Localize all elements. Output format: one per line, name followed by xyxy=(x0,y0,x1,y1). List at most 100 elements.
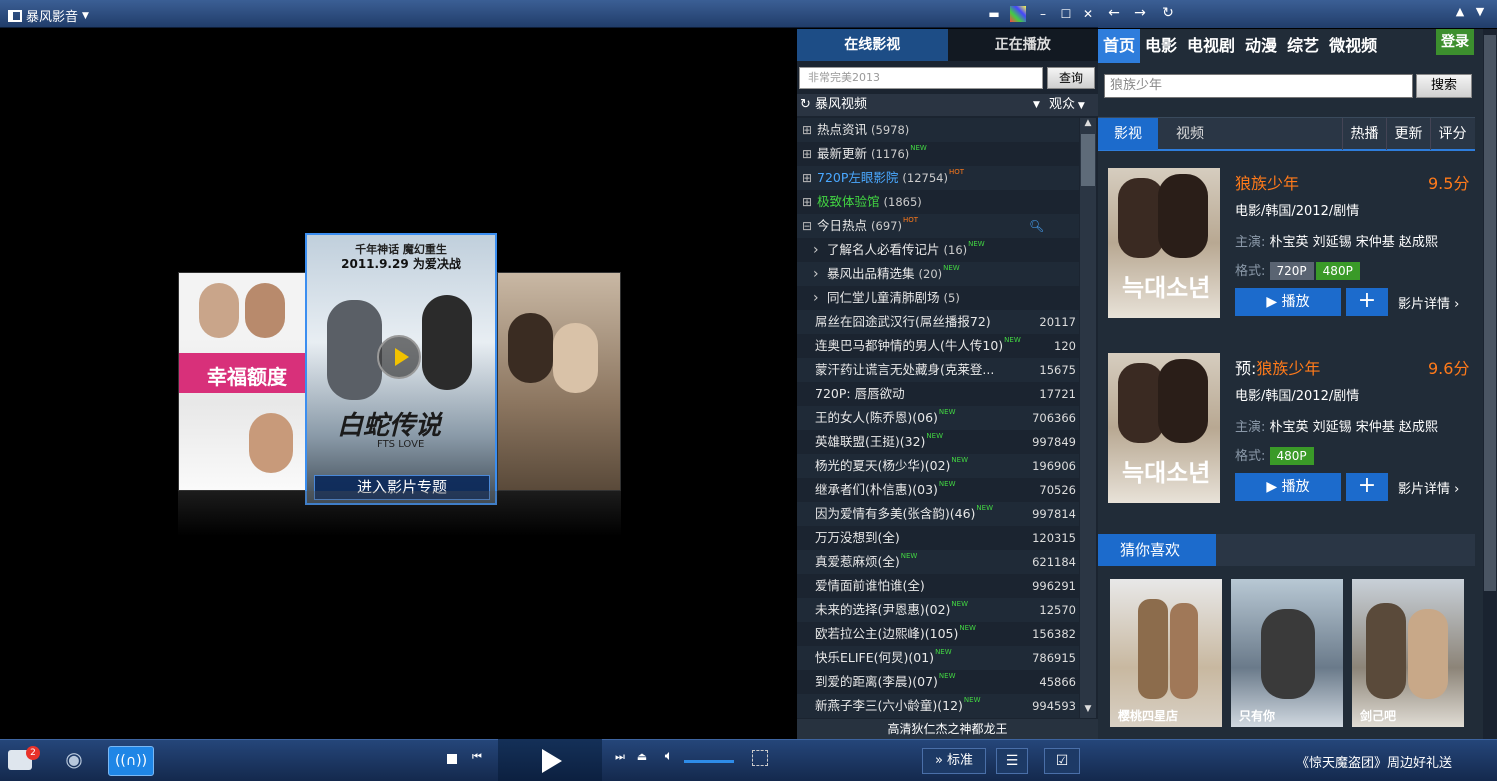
login-button[interactable]: 登录 xyxy=(1436,29,1474,55)
source-select[interactable]: 暴风视频 xyxy=(815,97,867,112)
playlist-icon[interactable]: ☰ xyxy=(996,748,1028,774)
list-item[interactable]: › 暴风出品精选集 (20)NEW xyxy=(797,262,1079,286)
collapse-icon[interactable]: ⊟ xyxy=(802,214,812,238)
sort-update[interactable]: 更新 xyxy=(1386,118,1430,150)
tab-now-playing[interactable]: 正在播放 xyxy=(947,29,1098,61)
sort-rating[interactable]: 评分 xyxy=(1430,118,1474,150)
panel-footer[interactable]: 高清狄仁杰之神都龙王 xyxy=(797,719,1098,739)
list-item[interactable]: › 同仁堂儿童清肺剧场 (5) xyxy=(797,286,1079,310)
guess-thumb[interactable]: 剑己吧 xyxy=(1352,579,1464,727)
list-item[interactable]: 因为爱情有多美(张含韵)(46)NEW 997814 xyxy=(797,502,1079,526)
detail-link[interactable]: 影片详情 › xyxy=(1398,478,1459,497)
query-button[interactable]: 查询 xyxy=(1047,67,1095,89)
eye-icon[interactable]: ◉ xyxy=(56,748,92,770)
site-search-button[interactable]: 搜索 xyxy=(1416,74,1472,98)
list-item[interactable]: 快乐ELIFE(何炅)(01)NEW 786915 xyxy=(797,646,1079,670)
app-menu[interactable]: 暴风影音 ▼ xyxy=(8,6,89,25)
list-scrollbar[interactable]: ▲ ▼ xyxy=(1080,118,1096,718)
back-icon[interactable]: ← xyxy=(1104,5,1124,23)
list-item[interactable]: 连奥巴马都钟情的男人(牛人传10)NEW 120 xyxy=(797,334,1079,358)
minimize-icon[interactable]: – xyxy=(1035,6,1051,22)
scroll-down-icon[interactable]: ▼ xyxy=(1080,704,1096,718)
list-item[interactable]: ⊞ 热点资讯 (5978) xyxy=(797,118,1079,142)
list-item[interactable]: ⊞ 720P左眼影院 (12754)HOT xyxy=(797,166,1079,190)
tab-film[interactable]: 影视 xyxy=(1098,118,1158,150)
close-icon[interactable]: ✕ xyxy=(1080,6,1096,22)
next-icon[interactable]: ⏭ xyxy=(613,750,627,766)
nav-tv[interactable]: 电视剧 xyxy=(1182,29,1240,63)
guess-thumb[interactable]: 只有你 xyxy=(1231,579,1343,727)
detail-link[interactable]: 影片详情 › xyxy=(1398,293,1459,312)
chat-icon[interactable]: ▬ xyxy=(986,6,1002,22)
list-item[interactable]: › 了解名人必看传记片 (16)NEW xyxy=(797,238,1079,262)
maximize-icon[interactable]: ☐ xyxy=(1058,6,1074,22)
video-area[interactable]: 幸福额度 千年神话 魔幻重生 2011.9.29 为爱决战 白蛇传说 FTS L… xyxy=(0,29,797,739)
volume-icon[interactable]: 🔈︎ xyxy=(660,748,678,766)
fullscreen-icon[interactable] xyxy=(752,750,768,766)
list-item[interactable]: 未来的选择(尹恩惠)(02)NEW 12570 xyxy=(797,598,1079,622)
poster-right[interactable] xyxy=(497,272,621,491)
add-icon[interactable]: + xyxy=(1346,288,1388,316)
guess-thumb[interactable]: 樱桃四星店 xyxy=(1110,579,1222,727)
chevron-right-icon[interactable]: › xyxy=(813,238,819,262)
nav-anime[interactable]: 动漫 xyxy=(1240,29,1282,63)
checklist-icon[interactable]: ☑ xyxy=(1044,748,1080,774)
expand-icon[interactable]: ⊞ xyxy=(802,190,812,214)
search-icon[interactable]: 🔍︎ xyxy=(1029,214,1044,238)
nav-movie[interactable]: 电影 xyxy=(1140,29,1182,63)
list-item[interactable]: 杨光的夏天(杨少华)(02)NEW 196906 xyxy=(797,454,1079,478)
tab-online[interactable]: 在线影视 xyxy=(797,29,948,61)
promo-link[interactable]: 《惊天魔盗团》周边好礼送 xyxy=(1296,752,1486,771)
movie-title[interactable]: 狼族少年 xyxy=(1235,170,1299,194)
quality-button[interactable]: » 标准 xyxy=(922,748,986,774)
list-item[interactable]: 爱情面前谁怕谁(全) 996291 xyxy=(797,574,1079,598)
list-item[interactable]: ⊟ 今日热点 (697)HOT 🔍︎ xyxy=(797,214,1079,238)
expand-icon[interactable]: ⊞ xyxy=(802,118,812,142)
chevron-right-icon[interactable]: › xyxy=(813,286,819,310)
format-480p[interactable]: 480P xyxy=(1315,262,1360,280)
expand-icon[interactable]: ⊞ xyxy=(802,142,812,166)
surround-sound-icon[interactable]: ((∩)) xyxy=(108,746,154,776)
list-item[interactable]: 新燕子李三(六小龄童)(12)NEW 994593 xyxy=(797,694,1079,718)
movie-thumb[interactable]: 늑대소년 xyxy=(1108,353,1220,503)
list-item[interactable]: 继承者们(朴信惠)(03)NEW 70526 xyxy=(797,478,1079,502)
list-item[interactable]: 万万没想到(全) 120315 xyxy=(797,526,1079,550)
poster-left[interactable]: 幸福额度 xyxy=(178,272,306,491)
list-item[interactable]: 到爱的距离(李晨)(07)NEW 45866 xyxy=(797,670,1079,694)
site-search-input[interactable]: 狼族少年 xyxy=(1104,74,1413,98)
volume-slider[interactable] xyxy=(684,760,734,763)
stop-icon[interactable] xyxy=(447,754,457,764)
nav-home[interactable]: 首页 xyxy=(1098,29,1141,63)
chevron-down-icon[interactable]: ▼ xyxy=(1033,94,1040,116)
sort-select[interactable]: 观众 ▼ xyxy=(1049,94,1085,117)
browser-scrollbar[interactable] xyxy=(1483,29,1497,739)
chevron-right-icon[interactable]: › xyxy=(813,262,819,286)
movie-title[interactable]: 预:狼族少年 xyxy=(1235,355,1320,379)
list-item[interactable]: 720P: 唇唇欲动 17721 xyxy=(797,382,1079,406)
play-button[interactable]: ▶ 播放 xyxy=(1235,473,1341,501)
list-item[interactable]: 欧若拉公主(边熙峰)(105)NEW 156382 xyxy=(797,622,1079,646)
play-overlay-icon[interactable] xyxy=(377,335,421,379)
list-item[interactable]: 王的女人(陈乔恩)(06)NEW 706366 xyxy=(797,406,1079,430)
expand-icon[interactable]: ⊞ xyxy=(802,166,812,190)
collapse-up-icon[interactable]: ▲ xyxy=(1450,5,1470,23)
play-icon[interactable] xyxy=(542,749,562,773)
eject-icon[interactable]: ⏏ xyxy=(635,750,649,766)
list-item[interactable]: 蒙汗药让谎言无处藏身(克莱登... 15675 xyxy=(797,358,1079,382)
skin-icon[interactable] xyxy=(1010,6,1026,22)
list-item[interactable]: 屌丝在囧途武汉行(屌丝播报72) 20117 xyxy=(797,310,1079,334)
collapse-down-icon[interactable]: ▼ xyxy=(1470,5,1490,23)
list-item[interactable]: 英雄联盟(王挺)(32)NEW 997849 xyxy=(797,430,1079,454)
format-480p[interactable]: 480P xyxy=(1269,447,1314,465)
add-icon[interactable]: + xyxy=(1346,473,1388,501)
list-item[interactable]: 真爱惹麻烦(全)NEW 621184 xyxy=(797,550,1079,574)
tab-video[interactable]: 视频 xyxy=(1160,118,1220,150)
list-item[interactable]: ⊞ 最新更新 (1176)NEW xyxy=(797,142,1079,166)
format-720p[interactable]: 720P xyxy=(1269,262,1314,280)
list-item[interactable]: ⊞ 极致体验馆 (1865) xyxy=(797,190,1079,214)
poster-featured[interactable]: 千年神话 魔幻重生 2011.9.29 为爱决战 白蛇传说 FTS LOVE 进… xyxy=(305,233,497,505)
previous-icon[interactable]: ⏮ xyxy=(470,750,484,766)
play-button[interactable]: ▶ 播放 xyxy=(1235,288,1341,316)
nav-microvideo[interactable]: 微视频 xyxy=(1324,29,1382,63)
scroll-up-icon[interactable]: ▲ xyxy=(1080,118,1096,132)
